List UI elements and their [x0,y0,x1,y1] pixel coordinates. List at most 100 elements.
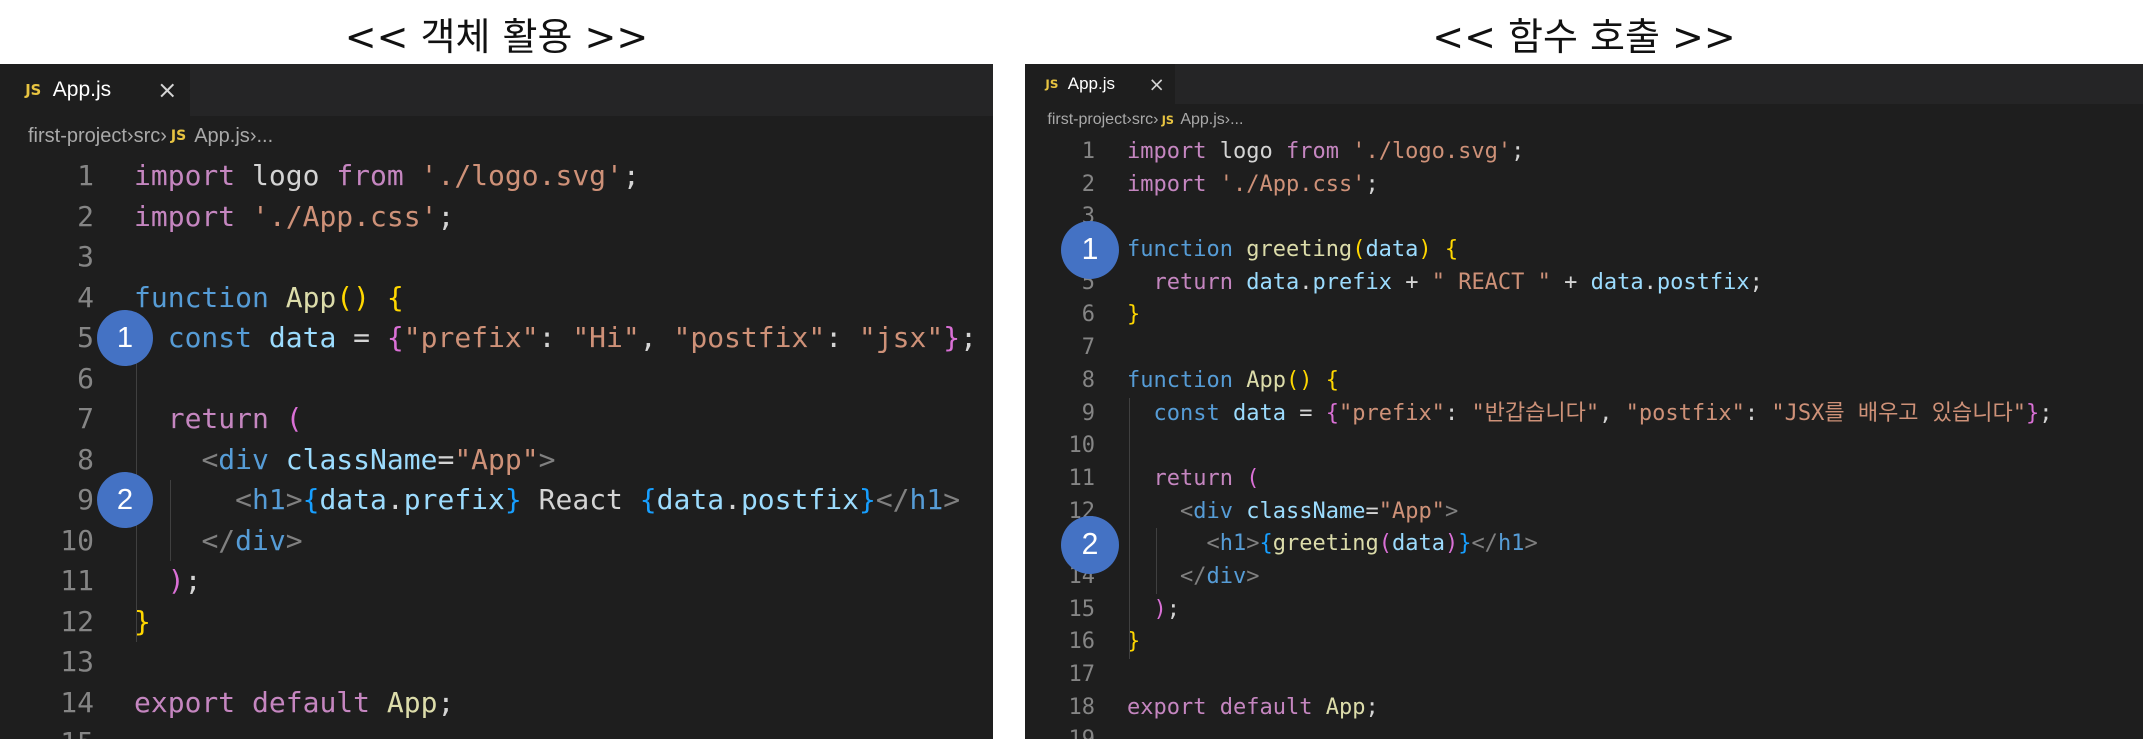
code-token: default [1219,694,1313,720]
code-token: const [167,321,253,354]
code-line[interactable]: 7 [1025,332,2143,365]
code-text: ); [1127,594,1181,627]
code-line[interactable]: 1 import logo from './logo.svg'; [0,156,993,197]
code-token: data [1246,269,1300,295]
code-editor[interactable]: 1 import logo from './logo.svg'; 2 import '… [1025,136,2143,739]
code-line[interactable]: 10 </div> [0,521,993,562]
tab-app-js[interactable]: JS App.js × [1025,64,1175,104]
code-token: } [1458,531,1472,557]
line-number: 2 [77,199,94,233]
code-line[interactable]: 5 return data.prefix + " REACT " + data.… [1025,267,2143,300]
code-token: { [1325,400,1339,426]
code-token: "Hi" [572,321,640,354]
code-line[interactable]: 3 [1025,201,2143,234]
code-line[interactable]: 9 const data = {"prefix": "반갑습니다", "post… [1025,398,2143,431]
tab-label: App.js [1067,74,1115,93]
code-token: postfix [740,483,859,516]
code-line[interactable]: 8 function App() { [1025,365,2143,398]
code-line[interactable]: 11 ); [0,561,993,602]
code-line[interactable]: 14 </div> [1025,561,2143,594]
code-text: return ( [1127,463,1260,496]
close-tab-icon[interactable]: × [157,76,177,104]
code-token: . [386,483,404,516]
code-line[interactable]: 3 [0,237,993,278]
code-line[interactable]: 1 import logo from './logo.svg'; [1025,136,2143,169]
code-token: = [1285,400,1326,426]
code-line[interactable]: 17 [1025,659,2143,692]
code-line[interactable]: 11 return ( [1025,463,2143,496]
code-line[interactable]: 18 export default App; [1025,692,2143,725]
breadcrumb-more[interactable]: ... [1230,111,1243,129]
code-line[interactable]: 6 [0,359,993,400]
code-text: import './App.css'; [134,197,454,238]
step-badge-2: 2 [97,472,153,529]
code-token: function [1127,367,1233,393]
breadcrumb-file[interactable]: App.js [1180,111,1224,129]
breadcrumb-more[interactable]: ... [256,125,273,148]
chevron-right-icon: › [249,124,257,147]
code-line[interactable]: 14 export default App; [0,683,993,724]
code-token: { [1259,531,1273,557]
code-token: div [235,523,286,557]
code-token: : [538,321,573,354]
code-token: </ [1471,531,1498,557]
code-token: ; [1166,596,1180,622]
line-number: 15 [0,723,94,739]
code-editor[interactable]: 1 import logo from './logo.svg'; 2 import '… [0,156,993,739]
code-line[interactable]: 16} [1025,626,2143,659]
close-tab-icon[interactable]: × [1148,73,1164,96]
code-token: data [268,321,337,354]
code-token: ) [1153,596,1167,622]
code-token: { [386,321,404,354]
code-token: './App.css' [1219,171,1366,197]
code-token: "JSX를 배우고 있습니다" [1771,400,2026,426]
code-line[interactable]: 15 [0,723,993,739]
line-number: 3 [77,240,94,273]
code-line[interactable]: 7 return ( [0,399,993,440]
breadcrumb-item[interactable]: src [134,125,161,148]
code-line[interactable]: 13 [0,642,993,683]
code-line[interactable]: 13 <h1>{greeting(data)}</h1> [1025,528,2143,561]
code-token: App [386,685,438,719]
code-token: logo [235,159,337,192]
code-line[interactable]: 12 <div className="App"> [1025,496,2143,529]
code-token: "jsx" [858,321,944,354]
code-line[interactable]: 4function greeting(data) { [1025,234,2143,267]
line-number: 15 [1068,596,1096,622]
code-line[interactable]: 10 [1025,430,2143,463]
code-line[interactable]: 6} [1025,299,2143,332]
code-token: </ [201,523,236,557]
code-token: './App.css' [252,199,438,233]
code-line[interactable]: 15 ); [1025,594,2143,627]
breadcrumb-file[interactable]: App.js [194,125,250,148]
code-token: } [2026,400,2040,426]
code-token: from [336,159,404,192]
code-line[interactable]: 2 import './App.css'; [0,197,993,238]
code-token: ; [184,564,202,597]
line-number: 2 [1081,171,1095,197]
code-line[interactable]: 12} [0,602,993,643]
step-badge-1: 1 [97,310,153,367]
code-line[interactable]: 19 [1025,724,2143,739]
line-number: 17 [1068,662,1096,687]
code-line[interactable]: 4 function App() { [0,278,993,319]
code-line[interactable]: 2 import './App.css'; [1025,169,2143,202]
line-number: 9 [77,483,94,516]
line-number: 10 [1068,433,1096,459]
breadcrumb-item[interactable]: first-project [1047,111,1126,129]
code-token: . [724,483,741,516]
tab-app-js[interactable]: JS App.js × [0,64,190,116]
breadcrumb-item[interactable]: first-project [28,125,127,148]
code-line[interactable]: 8 <div className="App"> [0,440,993,481]
code-token: = [1365,498,1379,524]
line-number: 7 [1081,335,1095,361]
editor-panel-object: JS App.js × first-project › src › JS App.js … [0,64,993,739]
javascript-file-icon: JS [1045,77,1059,91]
breadcrumb-item[interactable]: src [1132,111,1153,129]
